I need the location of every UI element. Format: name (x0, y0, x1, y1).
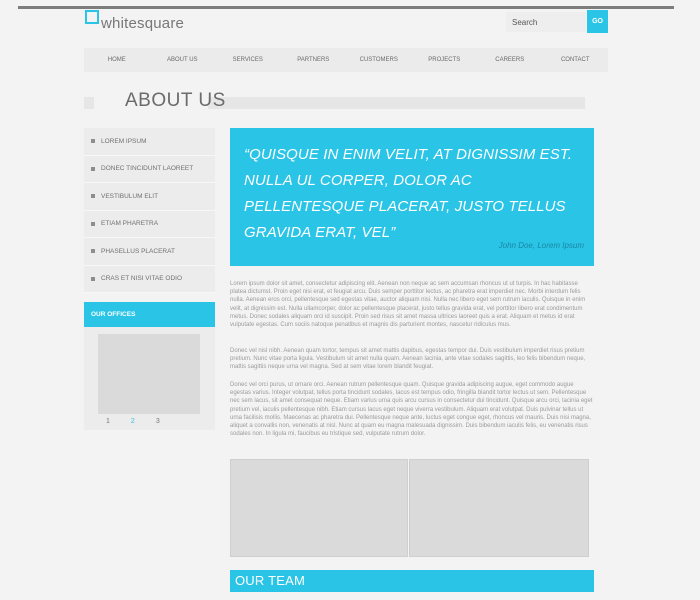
offices-header: OUR OFFICES (84, 302, 215, 327)
search-input[interactable] (506, 12, 586, 32)
sidebar-item-donec-tincidunt-laoreet[interactable]: DONEC TINCIDUNT LAOREET (84, 156, 215, 183)
offices-pager: 1 2 3 (106, 418, 160, 425)
quote-text: “Quisque in enim velit, at dignissim est… (244, 146, 573, 241)
nav-item-customers[interactable]: CUSTOMERS (346, 48, 412, 72)
top-border (18, 6, 674, 9)
quote-box: “Quisque in enim velit, at dignissim est… (230, 128, 594, 266)
bullet-icon (91, 221, 95, 226)
sidebar-item-label: LOREM IPSUM (101, 137, 147, 145)
sidebar-item-label: PHASELLUS PLACERAT (101, 247, 175, 255)
title-decoration-left (84, 97, 94, 109)
title-decoration-right (208, 97, 585, 109)
content-paragraph-1: Lorem ipsum dolor sit amet, consectetur … (230, 281, 586, 329)
bullet-icon (91, 139, 95, 144)
nav-item-home[interactable]: HOME (84, 48, 150, 72)
nav-item-projects[interactable]: PROJECTS (412, 48, 478, 72)
nav-item-services[interactable]: SERVICES (215, 48, 281, 72)
sidebar-item-etiam-pharetra[interactable]: ETIAM PHARETRA (84, 211, 215, 238)
pager-page-3[interactable]: 3 (156, 418, 160, 425)
sidebar-item-cras-et-nisi-vitae-odio[interactable]: CRAS ET NISI VITAE ODIO (84, 266, 215, 293)
bullet-icon (91, 249, 95, 254)
nav-item-careers[interactable]: CAREERS (477, 48, 543, 72)
sidebar-item-label: VESTIBULUM ELIT (101, 192, 159, 200)
page-title: ABOUT US (125, 90, 226, 111)
search-go-button[interactable]: GO (587, 10, 608, 33)
content-paragraph-2: Donec vel nisl nibh. Aenean quam tortor,… (230, 348, 586, 371)
offices-image-placeholder (98, 334, 200, 414)
sidebar-item-label: DONEC TINCIDUNT LAOREET (101, 165, 194, 173)
pager-page-2[interactable]: 2 (131, 418, 135, 425)
sidebar-menu: LOREM IPSUM DONEC TINCIDUNT LAOREET VEST… (84, 128, 215, 293)
team-header: OUR TEAM (230, 570, 594, 592)
image-placeholder-left (230, 459, 408, 557)
logo-text: whitesquare (101, 15, 185, 32)
nav-item-partners[interactable]: PARTNERS (281, 48, 347, 72)
nav-item-contact[interactable]: CONTACT (543, 48, 609, 72)
sidebar-item-label: CRAS ET NISI VITAE ODIO (101, 275, 183, 283)
bullet-icon (91, 166, 95, 171)
logo[interactable]: whitesquare (85, 10, 184, 32)
offices-panel: 1 2 3 (84, 327, 215, 430)
team-title: OUR TEAM (235, 573, 305, 588)
quote-author: John Doe, Lorem Ipsum (498, 241, 584, 250)
sidebar-item-vestibulum-elit[interactable]: VESTIBULUM ELIT (84, 183, 215, 211)
pager-page-1[interactable]: 1 (106, 418, 110, 425)
nav-item-about-us[interactable]: ABOUT US (150, 48, 216, 72)
sidebar-item-phasellus-placerat[interactable]: PHASELLUS PLACERAT (84, 238, 215, 266)
content-paragraph-3: Donec vel orci purus, ut ornare orci. Ae… (230, 382, 593, 438)
bullet-icon (91, 276, 95, 281)
image-placeholder-right (409, 459, 589, 557)
sidebar-item-lorem-ipsum[interactable]: LOREM IPSUM (84, 128, 215, 156)
sidebar-item-label: ETIAM PHARETRA (101, 220, 159, 228)
bullet-icon (91, 194, 95, 199)
main-navigation: HOME ABOUT US SERVICES PARTNERS CUSTOMER… (84, 48, 608, 72)
logo-square-icon (85, 10, 99, 24)
